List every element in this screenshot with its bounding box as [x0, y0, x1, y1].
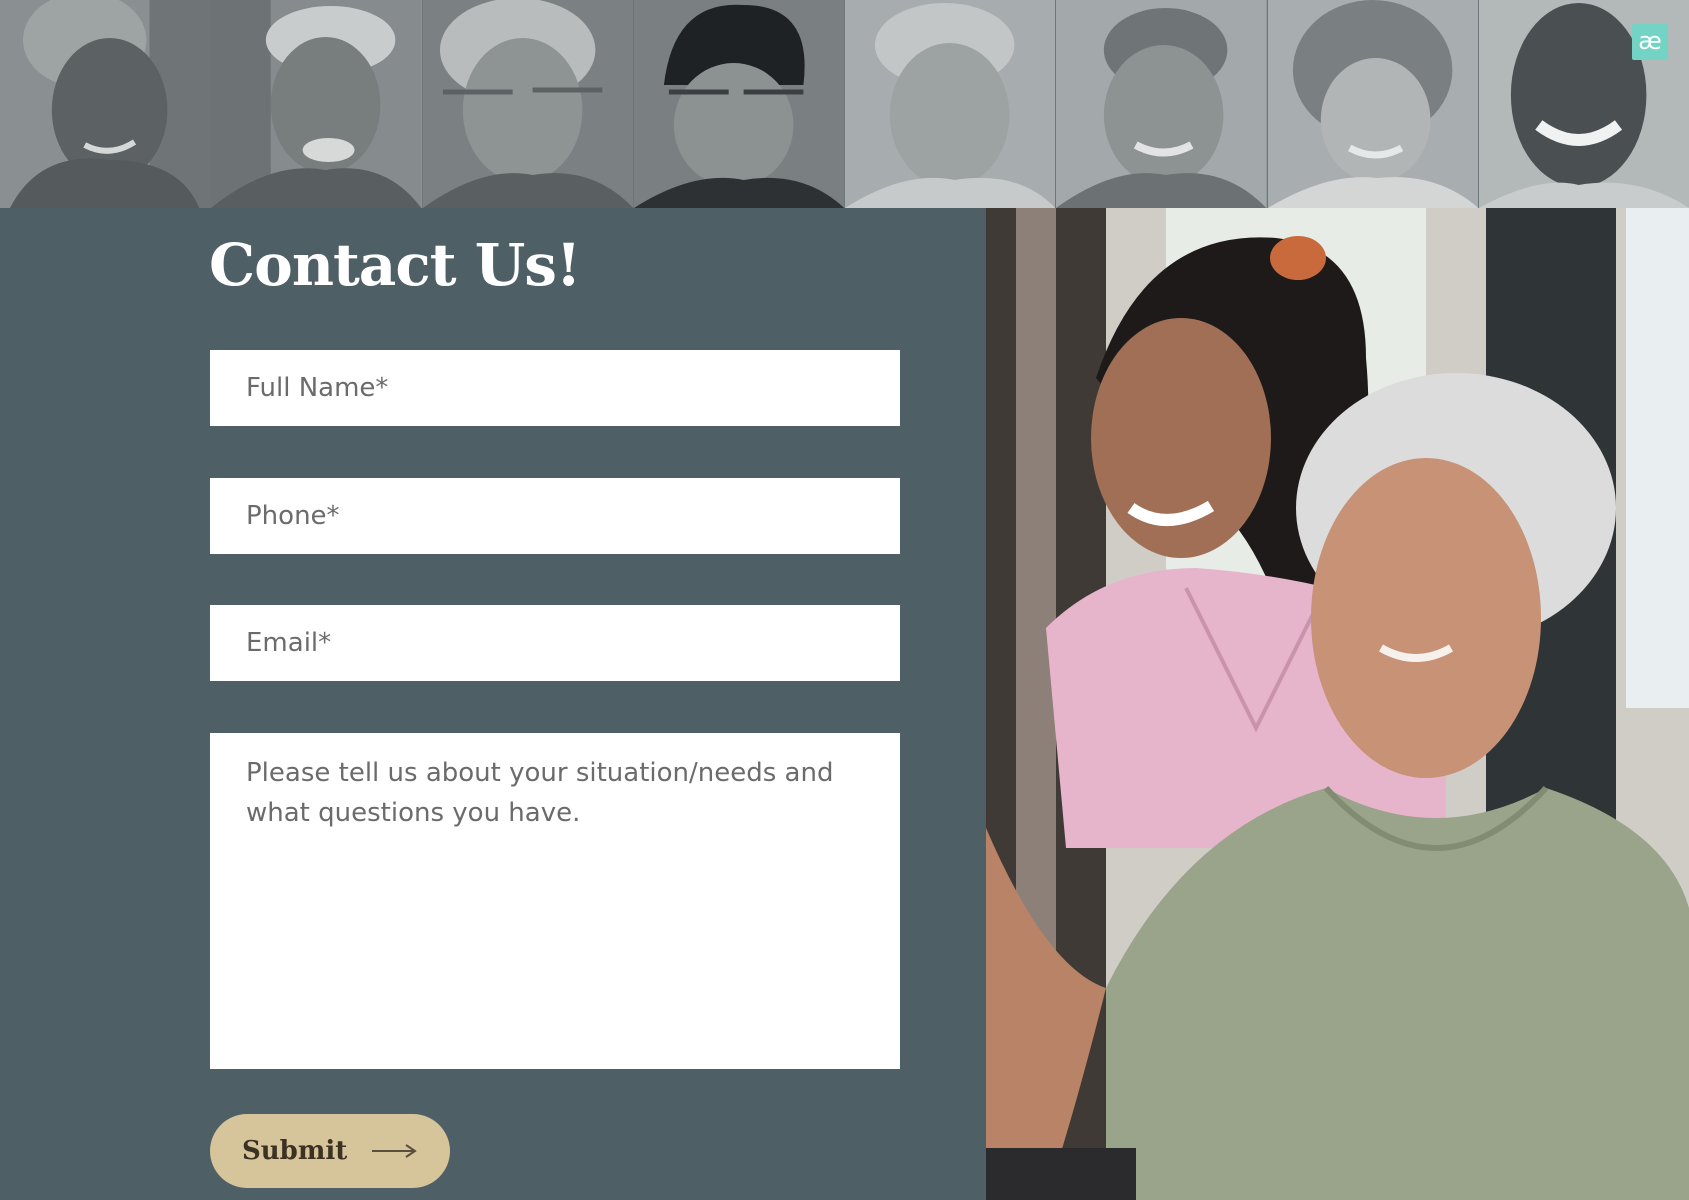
portrait-5: [845, 0, 1057, 208]
phone-field[interactable]: [210, 478, 900, 554]
caregiver-photo: [986, 208, 1689, 1200]
email-field[interactable]: [210, 605, 900, 681]
portrait-3: [422, 0, 634, 208]
contact-form-panel: Contact Us! Submit: [0, 208, 986, 1200]
arrow-right-icon: [372, 1144, 417, 1158]
portrait-4: [633, 0, 845, 208]
submit-button-label: Submit: [242, 1136, 348, 1166]
message-field[interactable]: [210, 733, 900, 1069]
portrait-1: [0, 0, 212, 208]
full-name-field[interactable]: [210, 350, 900, 426]
page-title: Contact Us!: [209, 231, 581, 299]
portrait-7: [1267, 0, 1479, 208]
brand-logo-icon[interactable]: æ: [1632, 24, 1668, 60]
portrait-6: [1056, 0, 1268, 208]
portrait-2: [211, 0, 423, 208]
submit-button[interactable]: Submit: [210, 1114, 450, 1188]
portrait-strip: [0, 0, 1689, 208]
